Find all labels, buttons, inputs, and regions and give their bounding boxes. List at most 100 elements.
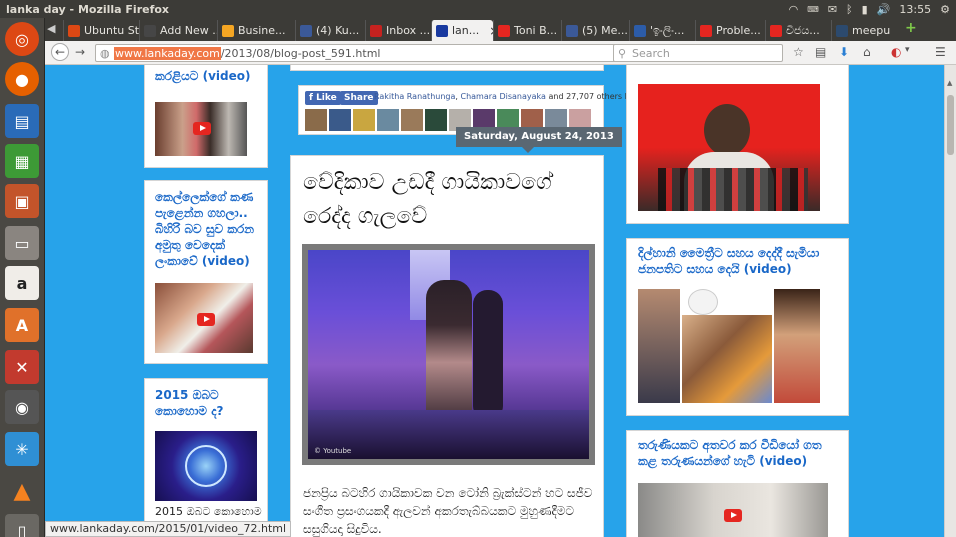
facebook-friend-1[interactable]: Rakitha Ranathunga [374, 92, 455, 101]
left-post-title-2[interactable]: කෙල්ලෙක්ගේ කණ පැළෙන්න ගහලා.. බිහිරි බව ස… [155, 189, 265, 269]
youtube-icon [498, 24, 510, 37]
play-icon [197, 313, 215, 326]
left-post-card-1[interactable]: කරළියට (video) [144, 65, 268, 168]
settings-gear-icon[interactable]: ⚙ [940, 3, 950, 16]
face-avatar[interactable] [305, 109, 327, 131]
impress-icon[interactable]: ▣ [5, 184, 39, 218]
clock[interactable]: 13:55 [899, 3, 931, 16]
face-avatar[interactable] [401, 109, 423, 131]
system-settings-icon[interactable]: ✕ [5, 350, 39, 384]
right-post-title-2[interactable]: තරුණියකට අතවර කර වීඩියෝ ගත කළ තරුණයන්ගේ … [638, 437, 843, 469]
post-title[interactable]: වේදිකාව උඩදී ගායිකාවගේ රෙද්ද ගැලවේ [303, 166, 593, 234]
tab-label: Busine... [238, 24, 286, 37]
ubuntu-icon [68, 24, 80, 37]
home-icon[interactable]: ⌂ [863, 45, 871, 59]
tab-10[interactable]: Proble... [695, 20, 765, 41]
unity-launcher: ◎ ● ▤ ▦ ▣ ▭ a A ✕ ◉ ✳ ▲ ▯ [0, 18, 45, 537]
right-post-thumb-3[interactable] [638, 483, 828, 537]
forward-icon[interactable]: → [75, 45, 85, 59]
face-avatar[interactable] [353, 109, 375, 131]
right-post-title-1[interactable]: දිල්හානි මෛත්‍රීට සහය දෙද්දී සැමියා ජනපත… [638, 245, 843, 277]
video-watermark: © Youtube [314, 447, 352, 455]
post-video[interactable]: © Youtube [302, 244, 595, 465]
left-post-thumb-2[interactable] [155, 283, 253, 353]
ubuntu-dash-icon[interactable]: ◎ [5, 22, 39, 56]
software-center-icon[interactable]: A [5, 308, 39, 342]
left-post-title-3[interactable]: 2015 ඔබට කොහොම ද? [155, 387, 265, 419]
scroll-tabs-left-icon[interactable]: ◀ [47, 22, 55, 35]
tab-5[interactable]: Inbox ... [365, 20, 431, 41]
addon-dropdown-icon[interactable]: ▾ [905, 45, 910, 55]
volume-icon[interactable]: 🔊 [877, 3, 891, 16]
network-tool-icon[interactable]: ✳ [5, 432, 39, 466]
tab-7[interactable]: Toni B... [493, 20, 561, 41]
tab-6[interactable]: lan...× [431, 20, 493, 41]
play-icon [193, 122, 211, 135]
search-box[interactable]: ⚲ Search [613, 44, 783, 62]
facebook-friend-2[interactable]: Chamara Disanayaka [460, 92, 545, 101]
new-tab-icon[interactable]: + [905, 20, 917, 36]
facebook-share-button[interactable]: Share [340, 91, 378, 105]
firefox-icon[interactable]: ● [5, 62, 39, 96]
tab-12[interactable]: meepu [831, 20, 901, 41]
camera-icon[interactable]: ◉ [5, 390, 39, 424]
keyboard-icon[interactable]: ⌨ [807, 5, 819, 14]
mail-icon[interactable]: ✉ [828, 3, 837, 16]
s-icon [836, 24, 848, 37]
tab-label: 'ඉංලිං... [650, 23, 685, 37]
tab-4[interactable]: (4) Ku... [295, 20, 365, 41]
right-post-thumb-2[interactable] [638, 289, 820, 403]
url-path: /2013/08/blog-post_591.html [220, 46, 381, 60]
tab-label: Toni B... [514, 24, 558, 37]
man-photo-left [638, 289, 680, 403]
right-post-card-3[interactable]: තරුණියකට අතවර කර වීඩියෝ ගත කළ තරුණයන්ගේ … [626, 430, 849, 537]
page-scrollbar[interactable]: ▲ [944, 65, 956, 537]
tab-9[interactable]: 'ඉංලිං... [629, 20, 695, 41]
bookmark-star-icon[interactable]: ☆ [793, 45, 804, 59]
scrollbar-thumb[interactable] [947, 95, 954, 155]
writer-icon[interactable]: ▤ [5, 104, 39, 138]
face-avatar[interactable] [329, 109, 351, 131]
files-icon[interactable]: ▭ [5, 226, 39, 260]
tab-3[interactable]: Busine... [217, 20, 295, 41]
tab-11[interactable]: විජය... [765, 20, 831, 41]
left-post-thumb-3[interactable] [155, 431, 257, 501]
scroll-up-icon[interactable]: ▲ [947, 79, 952, 87]
tab-8[interactable]: (5) Me... [561, 20, 629, 41]
right-post-card-1[interactable] [626, 65, 849, 224]
top-strip-card [290, 65, 604, 71]
downloads-icon[interactable]: ⬇ [839, 45, 849, 59]
microphones [658, 168, 808, 211]
menu-icon[interactable]: ☰ [935, 45, 946, 59]
url-bar[interactable]: ◍ www.lankaday.com /2013/08/blog-post_59… [95, 44, 652, 62]
face-avatar[interactable] [425, 109, 447, 131]
speaker-head [704, 104, 750, 156]
bookmarks-list-icon[interactable]: ▤ [815, 45, 826, 59]
battery-icon[interactable]: ▮ [862, 3, 868, 16]
right-post-card-2[interactable]: දිල්හානි මෛත්‍රීට සහය දෙද්දී සැමියා ජනපත… [626, 238, 849, 416]
bluetooth-icon[interactable]: ᛒ [846, 3, 853, 16]
back-icon[interactable]: ← [51, 43, 69, 61]
left-post-title-1[interactable]: කරළියට (video) [155, 68, 265, 84]
site-identity-icon[interactable]: ◍ [100, 47, 110, 60]
tab-1[interactable]: Ubuntu St... [63, 20, 139, 41]
left-post-card-2[interactable]: කෙල්ලෙක්ගේ කණ පැළෙන්න ගහලා.. බිහිරි බව ස… [144, 180, 268, 364]
search-placeholder: Search [632, 46, 670, 60]
lankaday-icon [436, 24, 448, 37]
tab-2[interactable]: Add New ... [139, 20, 217, 41]
calc-icon[interactable]: ▦ [5, 144, 39, 178]
left-post-card-3[interactable]: 2015 ඔබට කොහොම ද? 2015 ඔබට කොහොම ද? [144, 378, 268, 537]
vlc-icon[interactable]: ▲ [5, 474, 39, 508]
facebook-like-button[interactable]: f Like [305, 91, 341, 105]
tab-label: (4) Ku... [316, 24, 360, 37]
addon-icon[interactable]: ◐ [891, 45, 901, 59]
right-post-thumb-1[interactable] [638, 84, 820, 211]
play-icon [724, 509, 742, 522]
face-avatar[interactable] [377, 109, 399, 131]
left-post-thumb-1[interactable] [155, 102, 247, 156]
amazon-icon[interactable]: a [5, 266, 39, 300]
network-icon[interactable]: ◠ [789, 3, 799, 16]
trash-icon[interactable]: ▯ [5, 514, 39, 537]
youtube-icon [770, 24, 782, 37]
video-frame[interactable]: © Youtube [308, 250, 589, 459]
